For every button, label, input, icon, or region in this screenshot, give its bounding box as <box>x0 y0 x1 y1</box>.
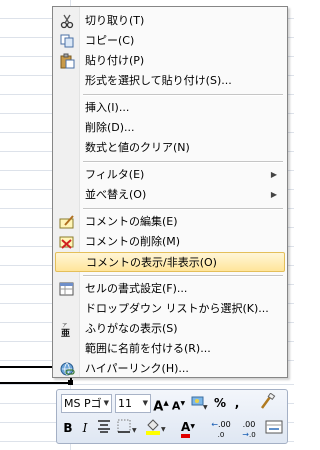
menu-item-paste-special[interactable]: 形式を選択して貼り付け(S)... <box>55 71 285 91</box>
menu-item-insert[interactable]: 挿入(I)... <box>55 98 285 118</box>
delete-comment-icon <box>59 234 75 250</box>
menu-separator <box>83 275 283 277</box>
font-color-letter: A <box>181 421 191 438</box>
increase-decimal-label: .00 <box>217 420 231 429</box>
chevron-down-icon[interactable]: ▼ <box>190 423 195 430</box>
merge-center-button[interactable] <box>265 419 283 437</box>
scissors-icon <box>59 13 75 29</box>
comma-style-button[interactable]: , <box>231 394 243 412</box>
svg-text:▼: ▼ <box>132 427 137 434</box>
font-name-combobox[interactable]: MS Pゴ ▼ <box>61 394 112 413</box>
menu-item-paste[interactable]: 貼り付け(P) <box>55 51 285 71</box>
grow-font-button[interactable]: A▲ <box>153 394 169 414</box>
menu-item-format-cells[interactable]: セルの書式設定(F)... <box>55 279 285 299</box>
menu-item-filter[interactable]: フィルタ(E) ▶ <box>55 165 285 185</box>
align-center-icon <box>98 420 110 433</box>
currency-icon: ▼ <box>191 396 208 411</box>
borders-icon: ▼ <box>117 419 137 434</box>
font-size-value: 11 <box>118 397 132 410</box>
menu-item-hyperlink[interactable]: ハイパーリンク(H)... <box>55 359 285 379</box>
chevron-down-icon[interactable]: ▼ <box>104 395 109 412</box>
menu-separator <box>83 161 283 163</box>
increase-decimal-button[interactable]: ←.00.0 <box>209 420 233 439</box>
menu-separator <box>83 208 283 210</box>
merge-cells-icon <box>265 420 283 434</box>
menu-item-copy[interactable]: コピー(C) <box>55 31 285 51</box>
fill-color-button[interactable]: ▼ <box>145 418 169 436</box>
format-cells-icon <box>59 281 75 297</box>
bold-button[interactable]: B <box>61 419 75 437</box>
menu-item-show-hide-comment[interactable]: コメントの表示/非表示(O) <box>55 252 285 272</box>
submenu-arrow-icon: ▶ <box>270 190 277 199</box>
currency-format-button[interactable]: ▼ <box>190 394 210 412</box>
menu-item-show-furigana[interactable]: ア亜 ふりがなの表示(S) <box>55 319 285 339</box>
svg-text:▼: ▼ <box>161 426 166 433</box>
percent-style-button[interactable]: % <box>213 394 227 412</box>
menu-item-define-name[interactable]: 範囲に名前を付ける(R)... <box>55 339 285 359</box>
menu-item-cut[interactable]: 切り取り(T) <box>55 11 285 31</box>
fill-handle[interactable] <box>68 380 73 385</box>
submenu-arrow-icon: ▶ <box>270 170 277 179</box>
svg-text:▼: ▼ <box>203 404 208 410</box>
svg-text:亜: 亜 <box>61 328 70 337</box>
mini-toolbar: MS Pゴ ▼ 11 ▼ A▲ A▼ ▼ % , B I ▼ ▼ A▼ ←.00… <box>56 389 288 444</box>
menu-item-sort[interactable]: 並べ替え(O) ▶ <box>55 185 285 205</box>
fill-color-icon: ▼ <box>146 419 166 435</box>
decrease-decimal-button[interactable]: .00 →.0 <box>237 420 261 439</box>
paste-icon <box>59 53 75 69</box>
shrink-font-button[interactable]: A▼ <box>171 395 186 413</box>
font-name-value: MS Pゴ <box>64 397 102 410</box>
format-painter-button[interactable] <box>257 392 277 411</box>
context-menu: 切り取り(T) コピー(C) 貼り付け(P) 形式を選択して貼り付け(S)...… <box>52 6 288 378</box>
menu-separator <box>83 94 283 96</box>
menu-item-pick-from-dropdown[interactable]: ドロップダウン リストから選択(K)... <box>55 299 285 319</box>
chevron-down-icon[interactable]: ▼ <box>143 395 148 412</box>
copy-icon <box>59 33 75 49</box>
hyperlink-icon <box>59 361 75 377</box>
font-size-combobox[interactable]: 11 ▼ <box>115 394 151 413</box>
edit-comment-icon <box>59 214 75 230</box>
menu-item-clear-contents[interactable]: 数式と値のクリア(N) <box>55 138 285 158</box>
font-color-button[interactable]: A▼ <box>175 418 201 438</box>
furigana-icon: ア亜 <box>59 321 75 339</box>
paintbrush-icon <box>260 392 276 409</box>
borders-button[interactable]: ▼ <box>117 419 139 437</box>
center-align-button[interactable] <box>97 419 111 437</box>
italic-button[interactable]: I <box>79 419 91 437</box>
menu-item-delete-comment[interactable]: コメントの削除(M) <box>55 232 285 252</box>
menu-item-edit-comment[interactable]: コメントの編集(E) <box>55 212 285 232</box>
decrease-decimal-label: .00 <box>242 420 256 429</box>
menu-item-delete[interactable]: 削除(D)... <box>55 118 285 138</box>
